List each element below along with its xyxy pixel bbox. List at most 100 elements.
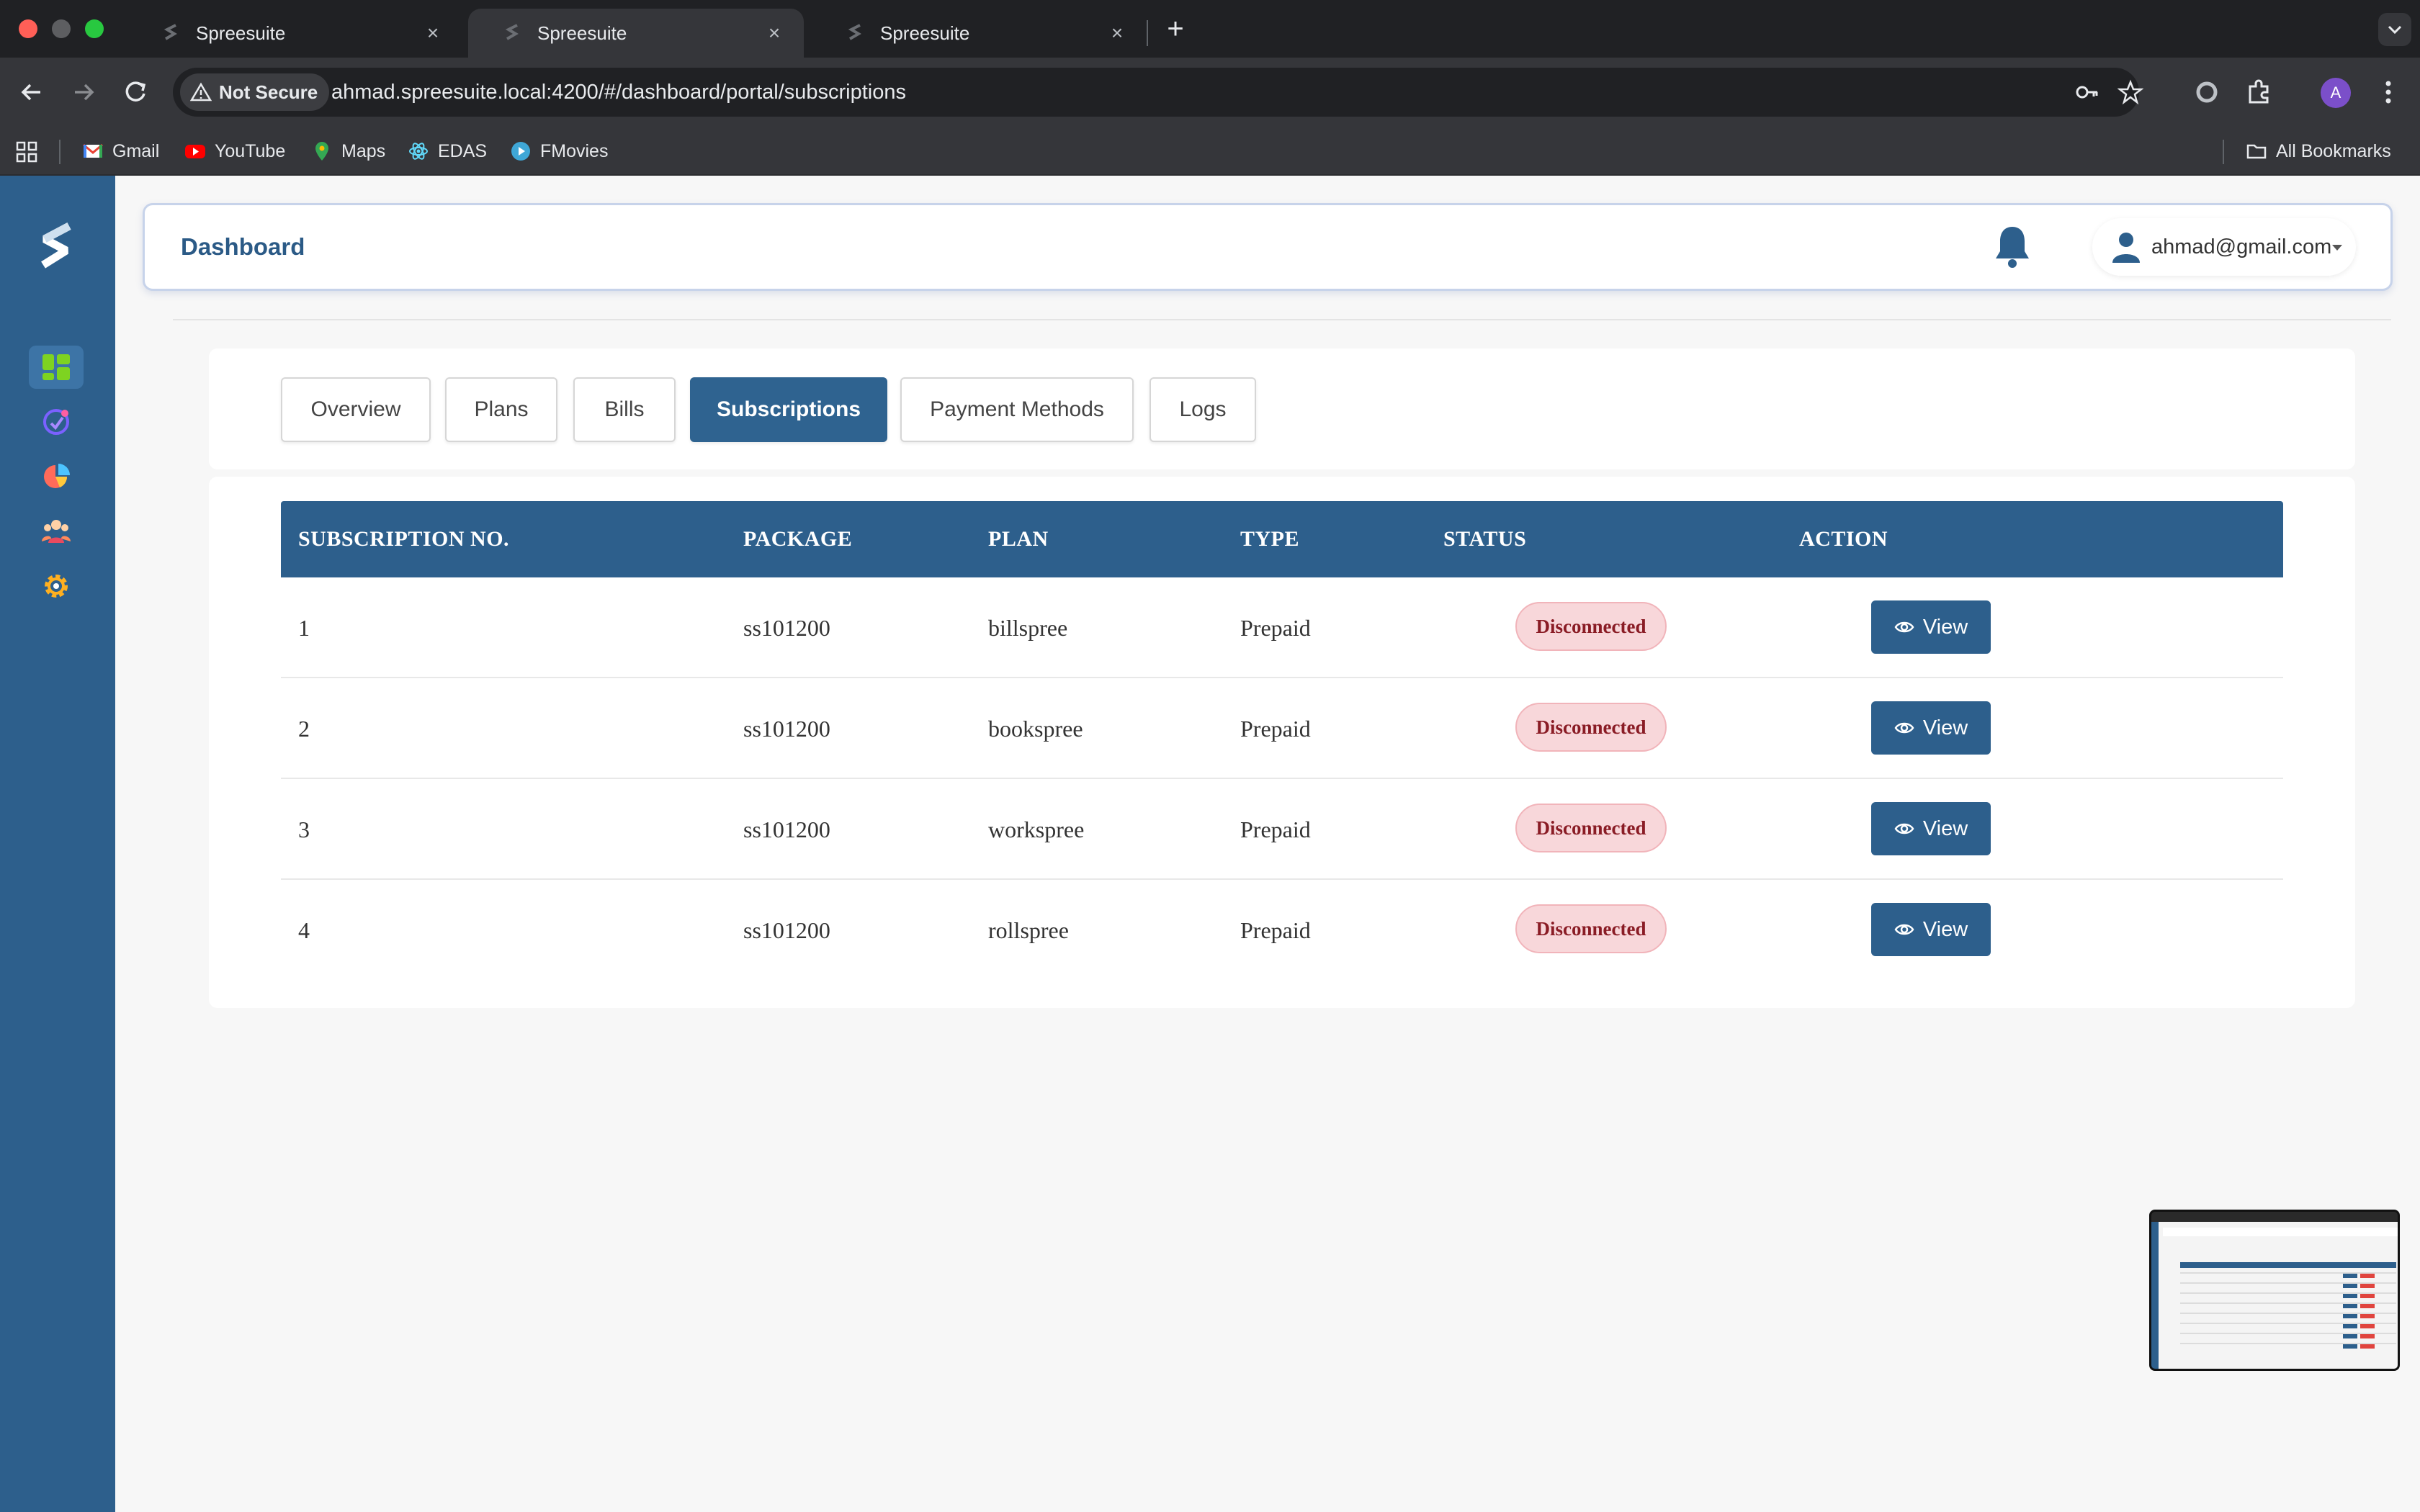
cell-subscription-no: 4 <box>298 917 310 943</box>
spreesuite-favicon-icon <box>505 24 519 40</box>
profile-avatar[interactable]: A <box>2321 78 2351 108</box>
view-button[interactable]: View <box>1871 802 1991 855</box>
bookmarks-bar: Gmail YouTube Maps EDAS FMovies All Book… <box>0 127 2420 176</box>
react-icon <box>409 143 428 160</box>
minimize-window-button[interactable] <box>52 19 71 38</box>
bookmark-edas[interactable]: EDAS <box>408 127 487 176</box>
forward-arrow-icon[interactable] <box>66 75 101 109</box>
bookmarks-separator <box>2223 140 2224 164</box>
cell-subscription-no: 2 <box>298 716 310 742</box>
column-header-package: PACKAGE <box>743 527 853 551</box>
bookmark-label: Maps <box>341 141 386 161</box>
address-bar[interactable]: Not Secure ahmad.spreesuite.local:4200/#… <box>173 68 2143 117</box>
tab-close-icon[interactable]: × <box>1105 22 1129 45</box>
sidebar-item-security[interactable] <box>29 400 84 444</box>
user-menu-dropdown[interactable]: ahmad@gmail.com <box>2092 218 2356 276</box>
star-icon[interactable] <box>2118 79 2143 105</box>
gear-icon <box>45 575 68 598</box>
status-badge: Disconnected <box>1515 804 1667 852</box>
cell-subscription-no: 1 <box>298 615 310 641</box>
bookmark-gmail[interactable]: Gmail <box>82 127 159 176</box>
cell-package: ss101200 <box>743 615 830 641</box>
sidebar-item-dashboard[interactable] <box>29 346 84 389</box>
sidebar-item-analytics[interactable] <box>29 455 84 498</box>
preview-thumbnail-image <box>2151 1212 2398 1369</box>
tab-search-button[interactable] <box>2378 13 2411 46</box>
url-text[interactable]: ahmad.spreesuite.local:4200/#/dashboard/… <box>331 68 906 117</box>
not-secure-chip[interactable]: Not Secure <box>180 73 330 111</box>
subscriptions-table: SUBSCRIPTION NO. PACKAGE PLAN TYPE STATU… <box>209 477 2355 1008</box>
pie-chart-icon <box>44 464 70 488</box>
gmail-icon <box>83 143 103 158</box>
close-window-button[interactable] <box>19 19 37 38</box>
tab-title: Spreesuite <box>880 22 970 44</box>
bookmarks-separator <box>59 140 60 164</box>
tab-bills[interactable]: Bills <box>573 377 676 442</box>
sidebar-item-settings[interactable] <box>29 564 84 608</box>
reload-icon[interactable] <box>118 75 153 109</box>
table-row: 2 ss101200 bookspree Prepaid Disconnecte… <box>281 678 2283 779</box>
bookmark-fmovies[interactable]: FMovies <box>510 127 608 176</box>
portal-tabs: Overview Plans Bills Subscriptions Payme… <box>209 348 2355 469</box>
user-email: ahmad@gmail.com <box>2151 235 2332 258</box>
view-button[interactable]: View <box>1871 600 1991 654</box>
tab-overview[interactable]: Overview <box>281 377 431 442</box>
apps-grid-icon[interactable] <box>16 141 37 163</box>
view-button-label: View <box>1922 716 1968 739</box>
column-header-action: ACTION <box>1799 527 1888 551</box>
eye-icon <box>1894 823 1914 834</box>
play-icon <box>511 142 530 161</box>
kebab-menu-icon[interactable] <box>2371 75 2406 109</box>
table-row: 3 ss101200 workspree Prepaid Disconnecte… <box>281 779 2283 880</box>
app-sidebar <box>0 176 115 1512</box>
cell-plan: rollspree <box>988 917 1069 943</box>
bookmark-youtube[interactable]: YouTube <box>184 127 285 176</box>
cell-package: ss101200 <box>743 917 830 943</box>
bookmark-label: Gmail <box>112 141 160 161</box>
screenshot-preview-thumbnail[interactable] <box>2149 1210 2400 1371</box>
notification-bell-icon[interactable] <box>1991 224 2033 270</box>
view-button-label: View <box>1922 917 1968 941</box>
page-header: Dashboard ahmad@gmail.com <box>143 203 2393 291</box>
browser-tab-2-active[interactable]: Spreesuite × <box>468 9 804 58</box>
browser-tab-1[interactable]: Spreesuite × <box>127 9 462 58</box>
view-button[interactable]: View <box>1871 903 1991 956</box>
tab-payment-methods[interactable]: Payment Methods <box>900 377 1134 442</box>
status-badge: Disconnected <box>1515 703 1667 752</box>
sidebar-item-team[interactable] <box>29 510 84 553</box>
tab-close-icon[interactable]: × <box>421 22 445 45</box>
tab-logs[interactable]: Logs <box>1150 377 1256 442</box>
spreesuite-logo-icon[interactable] <box>37 222 75 272</box>
extension-circle-icon[interactable] <box>2190 75 2224 109</box>
column-header-status: STATUS <box>1443 527 1527 551</box>
key-icon[interactable] <box>2074 79 2100 105</box>
cell-plan: bookspree <box>988 716 1083 742</box>
tab-close-icon[interactable]: × <box>762 22 786 45</box>
folder-icon <box>2246 144 2267 159</box>
maps-icon <box>315 142 328 161</box>
caret-down-icon <box>2332 245 2342 251</box>
warning-triangle-icon <box>190 82 212 102</box>
status-badge: Disconnected <box>1515 904 1667 953</box>
puzzle-extensions-icon[interactable] <box>2241 75 2276 109</box>
user-icon <box>2112 233 2140 263</box>
cell-package: ss101200 <box>743 816 830 842</box>
status-badge: Disconnected <box>1515 602 1667 651</box>
cell-package: ss101200 <box>743 716 830 742</box>
column-header-type: TYPE <box>1240 527 1300 551</box>
bookmark-maps[interactable]: Maps <box>311 127 385 176</box>
all-bookmarks-button[interactable]: All Bookmarks <box>2246 127 2391 176</box>
maximize-window-button[interactable] <box>85 19 104 38</box>
column-header-subscription-no: SUBSCRIPTION NO. <box>298 527 510 551</box>
view-button-label: View <box>1922 816 1968 840</box>
team-icon <box>42 520 71 543</box>
browser-tab-3[interactable]: Spreesuite × <box>811 9 1147 58</box>
tab-subscriptions[interactable]: Subscriptions <box>690 377 887 442</box>
spreesuite-favicon-icon <box>848 24 861 40</box>
new-tab-button[interactable]: + <box>1160 13 1191 45</box>
view-button[interactable]: View <box>1871 701 1991 755</box>
cell-subscription-no: 3 <box>298 816 310 842</box>
cell-type: Prepaid <box>1240 816 1311 842</box>
tab-plans[interactable]: Plans <box>445 377 557 442</box>
back-arrow-icon[interactable] <box>14 75 49 109</box>
